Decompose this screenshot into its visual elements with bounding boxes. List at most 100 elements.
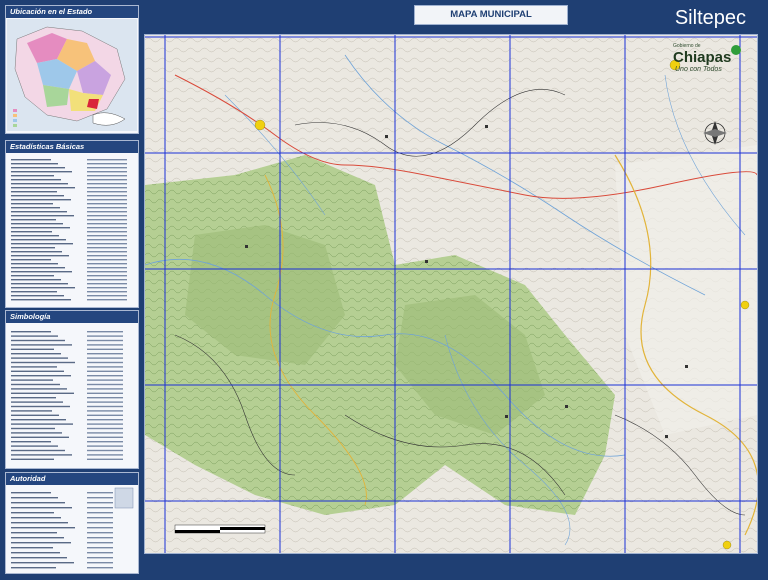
text-line-placeholder — [11, 517, 61, 519]
text-line-placeholder — [87, 427, 123, 430]
text-line-placeholder — [87, 171, 127, 173]
text-line-placeholder — [87, 267, 127, 269]
text-line-placeholder — [87, 405, 123, 408]
text-line-placeholder — [11, 441, 51, 443]
text-line-placeholder — [87, 239, 127, 241]
statistics-panel: Estadísticas Básicas — [5, 140, 139, 308]
location-panel: Ubicación en el Estado — [5, 5, 139, 134]
text-line-placeholder — [87, 370, 123, 372]
text-line-placeholder — [11, 547, 53, 549]
text-line-placeholder — [87, 344, 123, 346]
text-line-placeholder — [11, 223, 63, 225]
text-line-placeholder — [87, 271, 127, 273]
text-line-placeholder — [11, 263, 58, 265]
text-line-placeholder — [11, 405, 70, 408]
text-line-placeholder — [87, 199, 127, 201]
chiapas-brand-logo: Gobierno de Chiapas Uno con Todos — [673, 43, 749, 83]
text-line-placeholder — [87, 532, 113, 534]
text-line-placeholder — [11, 231, 52, 233]
text-line-placeholder — [87, 410, 123, 412]
text-line-placeholder — [87, 159, 127, 161]
text-line-placeholder — [87, 255, 127, 257]
text-line-placeholder — [87, 557, 113, 559]
text-line-placeholder — [87, 542, 113, 544]
text-line-placeholder — [11, 167, 65, 169]
text-line-placeholder — [87, 335, 123, 337]
text-line-placeholder — [11, 502, 65, 504]
text-line-placeholder — [87, 454, 123, 456]
text-line-placeholder — [11, 401, 63, 403]
text-line-placeholder — [11, 562, 74, 564]
text-line-placeholder — [11, 344, 72, 346]
text-line-placeholder — [11, 427, 55, 430]
text-line-placeholder — [87, 223, 127, 225]
text-line-placeholder — [11, 388, 67, 390]
text-line-placeholder — [11, 507, 72, 509]
text-line-placeholder — [11, 159, 51, 161]
authority-panel: Autoridad — [5, 472, 139, 574]
text-line-placeholder — [87, 383, 123, 386]
text-line-placeholder — [87, 562, 113, 564]
text-line-placeholder — [87, 175, 127, 177]
text-line-placeholder — [87, 432, 123, 434]
text-line-placeholder — [87, 537, 113, 539]
map-title: MAPA MUNICIPAL — [414, 5, 568, 25]
text-line-placeholder — [87, 375, 123, 377]
symbology-panel: Simbología — [5, 310, 139, 469]
text-line-placeholder — [87, 163, 127, 165]
text-line-placeholder — [11, 449, 65, 452]
authority-info — [11, 487, 134, 569]
text-line-placeholder — [11, 203, 53, 205]
text-line-placeholder — [87, 357, 123, 359]
text-line-placeholder — [11, 454, 72, 456]
text-line-placeholder — [11, 375, 71, 377]
text-line-placeholder — [87, 445, 123, 447]
municipal-map[interactable]: Gobierno de Chiapas Uno con Todos — [144, 34, 758, 554]
location-panel-title: Ubicación en el Estado — [6, 6, 138, 18]
text-line-placeholder — [87, 195, 127, 197]
brand-line-3: Uno con Todos — [675, 66, 722, 73]
text-line-placeholder — [11, 255, 69, 257]
text-line-placeholder — [11, 295, 64, 297]
text-line-placeholder — [87, 235, 127, 237]
text-line-placeholder — [11, 283, 68, 285]
text-line-placeholder — [11, 339, 65, 342]
text-line-placeholder — [87, 187, 127, 189]
text-line-placeholder — [87, 502, 113, 504]
text-line-placeholder — [87, 275, 127, 277]
text-line-placeholder — [11, 191, 57, 193]
text-line-placeholder — [87, 353, 123, 355]
text-line-placeholder — [11, 239, 66, 241]
statistics-table — [11, 159, 127, 301]
state-location-map — [7, 19, 137, 131]
text-line-placeholder — [11, 247, 55, 249]
text-line-placeholder — [87, 379, 123, 381]
text-line-placeholder — [87, 247, 127, 249]
text-line-placeholder — [11, 235, 59, 237]
text-line-placeholder — [11, 187, 75, 189]
text-line-placeholder — [11, 331, 51, 333]
text-line-placeholder — [87, 401, 123, 403]
text-line-placeholder — [11, 163, 58, 165]
text-line-placeholder — [87, 441, 123, 443]
text-line-placeholder — [11, 353, 61, 355]
text-line-placeholder — [11, 259, 51, 261]
text-line-placeholder — [87, 251, 127, 253]
text-line-placeholder — [87, 259, 127, 261]
text-line-placeholder — [11, 199, 71, 201]
text-line-placeholder — [87, 366, 123, 368]
text-line-placeholder — [11, 215, 74, 217]
text-line-placeholder — [11, 414, 59, 416]
text-line-placeholder — [87, 492, 113, 494]
text-line-placeholder — [11, 219, 56, 221]
text-line-placeholder — [11, 275, 54, 277]
text-line-placeholder — [11, 522, 68, 524]
text-line-placeholder — [87, 339, 123, 342]
brand-line-2: Chiapas — [673, 49, 732, 66]
text-line-placeholder — [87, 183, 127, 185]
municipality-name: Siltepec — [674, 7, 746, 29]
text-line-placeholder — [11, 211, 67, 213]
text-line-placeholder — [11, 179, 61, 181]
text-line-placeholder — [11, 279, 61, 281]
text-line-placeholder — [11, 379, 53, 381]
